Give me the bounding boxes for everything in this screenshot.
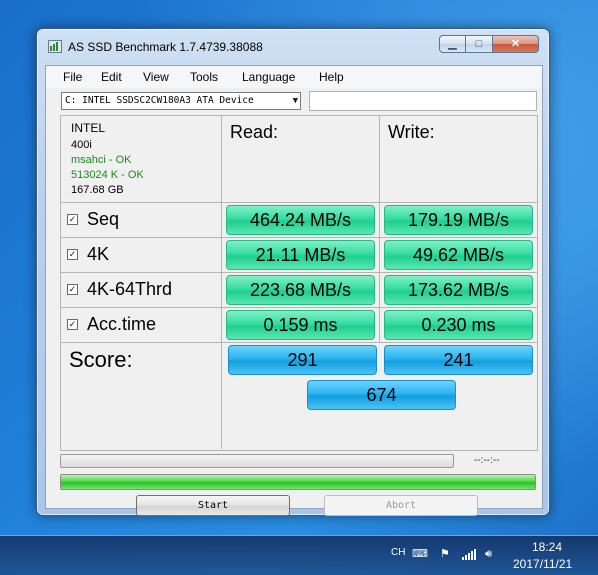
divider bbox=[379, 238, 380, 272]
maximize-icon: □ bbox=[475, 38, 483, 50]
abort-button[interactable]: Abort bbox=[324, 495, 478, 516]
start-button[interactable]: Start bbox=[136, 495, 290, 516]
drive-firmware: 400i bbox=[71, 139, 92, 151]
read-score: 291 bbox=[228, 345, 377, 375]
device-dropdown-value: C: INTEL SSDSC2CW180A3 ATA Device bbox=[65, 95, 254, 106]
menu-language[interactable]: Language bbox=[242, 70, 295, 84]
overall-progress-bar bbox=[60, 474, 536, 490]
title-bar[interactable]: AS SSD Benchmark 1.7.4739.38088 ▁ □ ✕ bbox=[37, 29, 549, 61]
client-area: File Edit View Tools Language Help C: IN… bbox=[45, 65, 543, 516]
test-row-4k-64thrd: ✓ 4K-64Thrd 223.68 MB/s 173.62 MB/s bbox=[61, 273, 537, 308]
keyboard-icon[interactable]: ⌨ bbox=[412, 548, 428, 560]
minimize-icon: ▁ bbox=[448, 38, 457, 50]
drive-capacity: 167.68 GB bbox=[71, 184, 124, 196]
volume-icon[interactable]: 🔊︎ bbox=[485, 548, 499, 560]
score-area: Score: 291 241 674 bbox=[61, 342, 537, 449]
seq-checkbox[interactable]: ✓ bbox=[67, 214, 78, 225]
score-label-cell: Score: bbox=[61, 342, 222, 449]
test-label: 4K bbox=[87, 244, 110, 264]
row-label-cell: ✓ 4K bbox=[61, 238, 222, 272]
read-header-label: Read: bbox=[230, 122, 279, 142]
test-row-acc-time: ✓ Acc.time 0.159 ms 0.230 ms bbox=[61, 308, 537, 343]
network-icon[interactable] bbox=[462, 548, 476, 560]
taskbar: CH ⌨ ⚑ 🔊︎ 18:24 2017/11/21 bbox=[0, 535, 598, 575]
read-column-header: Read: bbox=[222, 116, 380, 203]
row-label-cell: ✓ 4K-64Thrd bbox=[61, 273, 222, 307]
flag-icon[interactable]: ⚑ bbox=[440, 548, 454, 560]
menu-help[interactable]: Help bbox=[319, 70, 344, 84]
close-icon: ✕ bbox=[510, 38, 521, 50]
test-label: Acc.time bbox=[87, 314, 157, 334]
driver-status: msahci - OK bbox=[71, 154, 132, 166]
elapsed-time: --:--:-- bbox=[474, 455, 500, 466]
4k-64thrd-write-result: 173.62 MB/s bbox=[384, 275, 533, 305]
test-label: 4K-64Thrd bbox=[87, 279, 173, 299]
chevron-down-icon[interactable]: ▼ bbox=[293, 93, 298, 109]
menu-view[interactable]: View bbox=[143, 70, 169, 84]
4k-write-result: 49.62 MB/s bbox=[384, 240, 533, 270]
overall-progress-fill bbox=[61, 475, 535, 489]
write-score: 241 bbox=[384, 345, 533, 375]
text-field[interactable] bbox=[309, 91, 537, 111]
total-score: 674 bbox=[307, 380, 456, 410]
benchmark-panel: INTEL 400i msahci - OK 513024 K - OK 167… bbox=[60, 115, 538, 451]
score-label: Score: bbox=[69, 347, 133, 372]
divider bbox=[379, 308, 380, 342]
divider bbox=[379, 203, 380, 237]
minimize-button[interactable]: ▁ bbox=[439, 35, 466, 53]
4k-checkbox[interactable]: ✓ bbox=[67, 249, 78, 260]
row-label-cell: ✓ Acc.time bbox=[61, 308, 222, 342]
seq-write-result: 179.19 MB/s bbox=[384, 205, 533, 235]
language-indicator[interactable]: CH bbox=[391, 547, 405, 558]
clock-date[interactable]: 2017/11/21 bbox=[513, 557, 572, 571]
4k-64thrd-checkbox[interactable]: ✓ bbox=[67, 284, 78, 295]
menu-edit[interactable]: Edit bbox=[101, 70, 122, 84]
seq-read-result: 464.24 MB/s bbox=[226, 205, 375, 235]
drive-vendor: INTEL bbox=[71, 121, 106, 135]
close-button[interactable]: ✕ bbox=[493, 35, 539, 53]
acc-time-write-result: 0.230 ms bbox=[384, 310, 533, 340]
menu-file[interactable]: File bbox=[63, 70, 82, 84]
4k-64thrd-read-result: 223.68 MB/s bbox=[226, 275, 375, 305]
test-row-seq: ✓ Seq 464.24 MB/s 179.19 MB/s bbox=[61, 203, 537, 238]
acc-time-checkbox[interactable]: ✓ bbox=[67, 319, 78, 330]
test-row-4k: ✓ 4K 21.11 MB/s 49.62 MB/s bbox=[61, 238, 537, 273]
write-header-label: Write: bbox=[388, 122, 435, 142]
menu-bar: File Edit View Tools Language Help bbox=[46, 66, 542, 88]
row-label-cell: ✓ Seq bbox=[61, 203, 222, 237]
divider bbox=[379, 273, 380, 307]
alignment-status: 513024 K - OK bbox=[71, 169, 144, 181]
clock-time[interactable]: 18:24 bbox=[532, 540, 562, 554]
acc-time-read-result: 0.159 ms bbox=[226, 310, 375, 340]
4k-read-result: 21.11 MB/s bbox=[226, 240, 375, 270]
test-progress-bar bbox=[60, 454, 454, 468]
maximize-button[interactable]: □ bbox=[466, 35, 493, 53]
app-window: AS SSD Benchmark 1.7.4739.38088 ▁ □ ✕ Fi… bbox=[36, 28, 550, 516]
app-icon bbox=[48, 40, 62, 53]
write-column-header: Write: bbox=[380, 116, 537, 203]
device-dropdown[interactable]: C: INTEL SSDSC2CW180A3 ATA Device ▼ bbox=[61, 92, 301, 110]
drive-info: INTEL 400i msahci - OK 513024 K - OK 167… bbox=[61, 116, 222, 203]
window-title: AS SSD Benchmark 1.7.4739.38088 bbox=[68, 40, 263, 54]
test-label: Seq bbox=[87, 209, 120, 229]
menu-tools[interactable]: Tools bbox=[190, 70, 218, 84]
